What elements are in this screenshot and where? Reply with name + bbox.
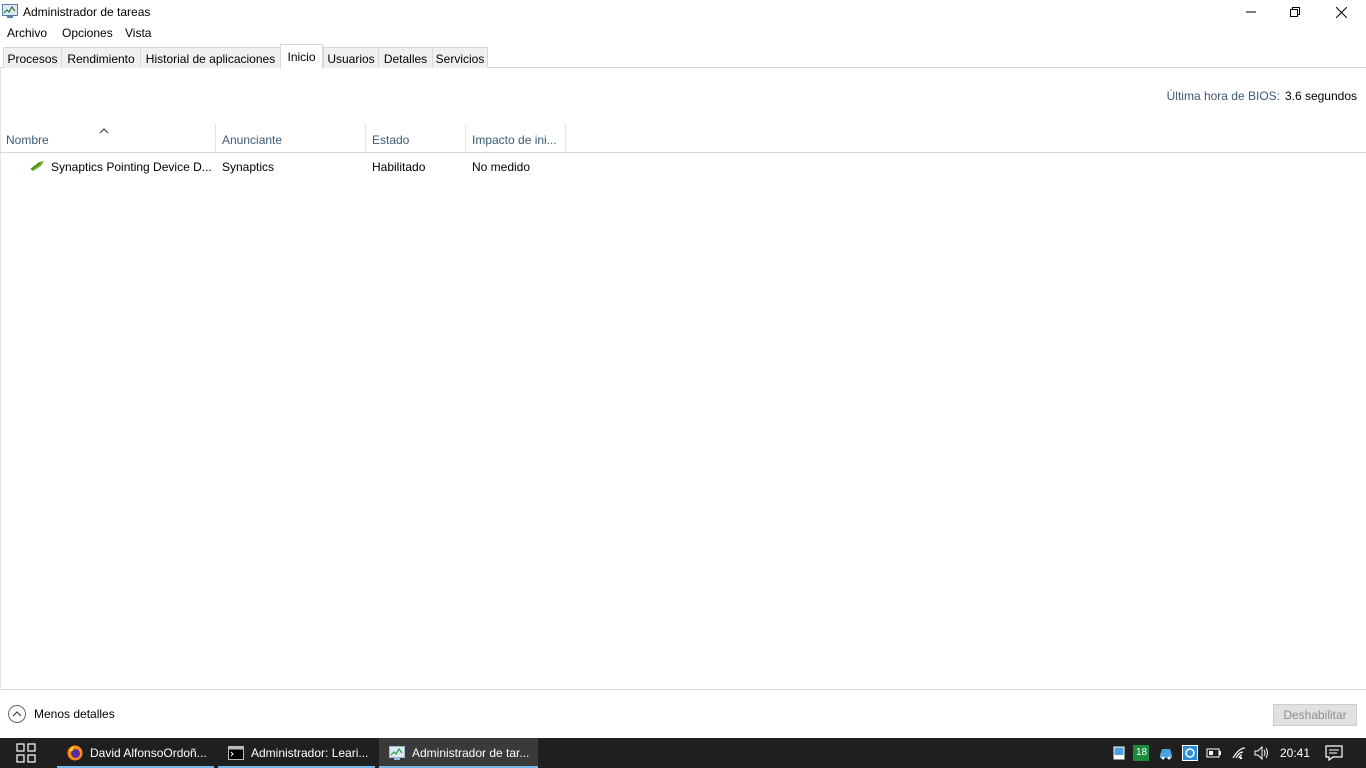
sort-ascending-icon (98, 124, 110, 134)
menu-vista[interactable]: Vista (125, 26, 151, 40)
wifi-icon[interactable] (1231, 745, 1247, 761)
tab-detalles[interactable]: Detalles (378, 47, 433, 68)
volume-icon[interactable] (1253, 745, 1269, 761)
chevron-up-icon (8, 705, 26, 723)
taskbar-app-task-manager[interactable]: Administrador de tar... (379, 738, 538, 768)
taskbar-app-label: Administrador de tar... (412, 746, 530, 760)
taskbar-app-cmd[interactable]: Administrador: Leari... (218, 738, 375, 768)
menu-bar: Archivo Opciones Vista (0, 24, 1366, 42)
taskbar-clock[interactable]: 20:41 (1280, 746, 1310, 760)
bios-time-value: 3.6 segundos (1284, 89, 1357, 103)
column-header-anunciante[interactable]: Anunciante (216, 124, 366, 152)
taskbar-app-firefox[interactable]: David AlfonsoOrdoñ... (57, 738, 214, 768)
cmd-icon (228, 745, 244, 761)
taskbar-app-label: David AlfonsoOrdoñ... (90, 746, 207, 760)
firefox-icon (67, 745, 83, 761)
column-label: Impacto de ini... (472, 133, 557, 147)
column-label: Anunciante (222, 133, 283, 147)
title-bar: Administrador de tareas (0, 0, 1366, 24)
column-label: Estado (372, 133, 410, 147)
calendar-badge-text: 18 (1136, 747, 1148, 758)
tab-inicio[interactable]: Inicio (280, 44, 323, 69)
taskbar-app-label: Administrador: Leari... (251, 746, 369, 760)
tab-servicios[interactable]: Servicios (432, 47, 488, 68)
minimize-button[interactable] (1228, 0, 1274, 24)
synaptics-icon (29, 160, 45, 172)
row-impact: No medido (472, 160, 531, 174)
column-header-impacto[interactable]: Impacto de ini... (466, 124, 566, 152)
table-header: Nombre Anunciante Estado Impacto de ini.… (0, 124, 1366, 153)
column-header-nombre[interactable]: Nombre (0, 124, 216, 152)
battery-icon[interactable] (1206, 745, 1222, 761)
bios-time-label: Última hora de BIOS: (1166, 89, 1280, 103)
task-view-button[interactable] (0, 738, 52, 768)
tab-historial[interactable]: Historial de aplicaciones (140, 47, 281, 68)
restore-button[interactable] (1272, 0, 1318, 24)
action-center-icon[interactable] (1325, 745, 1343, 762)
tab-usuarios[interactable]: Usuarios (323, 47, 379, 68)
sync-icon[interactable] (1182, 745, 1198, 761)
window-title: Administrador de tareas (23, 5, 151, 19)
taskbar: David AlfonsoOrdoñ... Administrador: Lea… (0, 738, 1366, 768)
column-header-estado[interactable]: Estado (366, 124, 466, 152)
task-view-icon (16, 743, 36, 763)
task-manager-icon (2, 4, 18, 18)
minimize-icon (1246, 11, 1256, 13)
restore-icon (1290, 7, 1300, 17)
tab-procesos[interactable]: Procesos (3, 47, 62, 68)
network-drive-icon[interactable] (1158, 745, 1174, 761)
task-manager-icon (389, 745, 405, 761)
row-status: Habilitado (372, 160, 426, 174)
close-icon (1335, 6, 1347, 18)
less-details-button[interactable]: Menos detalles (8, 705, 115, 723)
row-publisher: Synaptics (222, 160, 275, 174)
column-label: Nombre (6, 133, 49, 147)
row-name: Synaptics Pointing Device D... (51, 160, 212, 174)
tab-rendimiento[interactable]: Rendimiento (61, 47, 141, 68)
footer-bar: Menos detalles Deshabilitar (0, 689, 1366, 738)
battery-meter-icon[interactable] (1111, 745, 1127, 761)
menu-archivo[interactable]: Archivo (7, 26, 47, 40)
less-details-label: Menos detalles (34, 707, 115, 721)
disable-button[interactable]: Deshabilitar (1273, 704, 1357, 726)
menu-opciones[interactable]: Opciones (62, 26, 113, 40)
close-button[interactable] (1318, 0, 1364, 24)
tab-bar: Procesos Rendimiento Historial de aplica… (0, 44, 1366, 69)
table-row[interactable]: Synaptics Pointing Device D... Synaptics… (0, 155, 1366, 177)
